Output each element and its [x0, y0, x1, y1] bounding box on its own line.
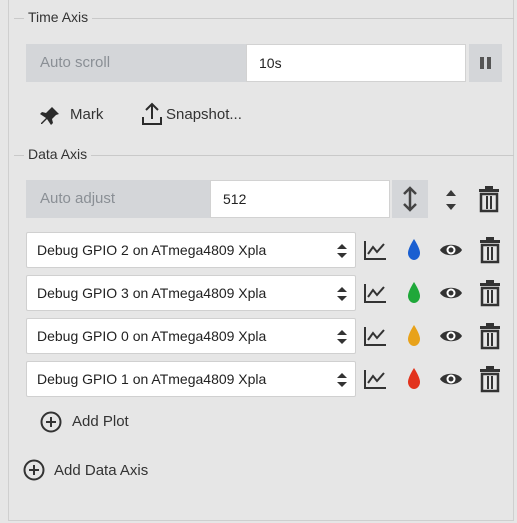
mark-button[interactable]: Mark — [70, 106, 103, 123]
plot-source-label: Debug GPIO 3 on ATmega4809 Xpla — [37, 285, 267, 301]
upload-icon[interactable] — [140, 101, 164, 127]
pin-icon[interactable] — [38, 104, 62, 128]
delete-plot-icon[interactable] — [477, 279, 503, 307]
expand-vertical-icon — [403, 186, 417, 212]
line-chart-icon[interactable] — [362, 281, 388, 305]
color-drop-icon[interactable] — [405, 280, 423, 306]
delete-plot-icon[interactable] — [477, 236, 503, 264]
expand-vertical-button[interactable] — [392, 180, 428, 218]
sort-icon[interactable] — [442, 186, 460, 214]
visibility-eye-icon[interactable] — [438, 369, 464, 389]
line-chart-icon[interactable] — [362, 324, 388, 348]
delete-plot-icon[interactable] — [477, 322, 503, 350]
plot-source-select[interactable]: Debug GPIO 2 on ATmega4809 Xpla — [26, 232, 356, 268]
plot-source-select[interactable]: Debug GPIO 3 on ATmega4809 Xpla — [26, 275, 356, 311]
line-chart-icon[interactable] — [362, 238, 388, 262]
select-caret-icon — [337, 244, 347, 258]
time-axis-title: Time Axis — [24, 9, 93, 25]
select-caret-icon — [337, 287, 347, 301]
auto-scroll-button[interactable]: Auto scroll — [26, 44, 246, 82]
plot-source-select[interactable]: Debug GPIO 1 on ATmega4809 Xpla — [26, 361, 356, 397]
delete-plot-icon[interactable] — [477, 365, 503, 393]
visibility-eye-icon[interactable] — [438, 283, 464, 303]
plot-source-label: Debug GPIO 0 on ATmega4809 Xpla — [37, 328, 267, 344]
add-plot-icon[interactable] — [39, 410, 63, 434]
color-drop-icon[interactable] — [405, 237, 423, 263]
plot-source-label: Debug GPIO 1 on ATmega4809 Xpla — [37, 371, 267, 387]
visibility-eye-icon[interactable] — [438, 240, 464, 260]
data-range-input[interactable]: 512 — [210, 180, 390, 218]
select-caret-icon — [337, 373, 347, 387]
color-drop-icon[interactable] — [405, 323, 423, 349]
visibility-eye-icon[interactable] — [438, 326, 464, 346]
color-drop-icon[interactable] — [405, 366, 423, 392]
time-range-input[interactable]: 10s — [246, 44, 466, 82]
add-data-axis-button[interactable]: Add Data Axis — [54, 462, 148, 479]
data-axis-title: Data Axis — [24, 146, 92, 162]
line-chart-icon[interactable] — [362, 367, 388, 391]
add-data-axis-icon[interactable] — [22, 458, 46, 482]
pause-button[interactable] — [469, 44, 502, 82]
plot-source-label: Debug GPIO 2 on ATmega4809 Xpla — [37, 242, 267, 258]
select-caret-icon — [337, 330, 347, 344]
add-plot-button[interactable]: Add Plot — [72, 413, 129, 430]
delete-axis-icon[interactable] — [476, 185, 502, 213]
snapshot-button[interactable]: Snapshot... — [166, 106, 242, 123]
pause-icon — [480, 57, 491, 69]
plot-source-select[interactable]: Debug GPIO 0 on ATmega4809 Xpla — [26, 318, 356, 354]
auto-adjust-button[interactable]: Auto adjust — [26, 180, 210, 218]
